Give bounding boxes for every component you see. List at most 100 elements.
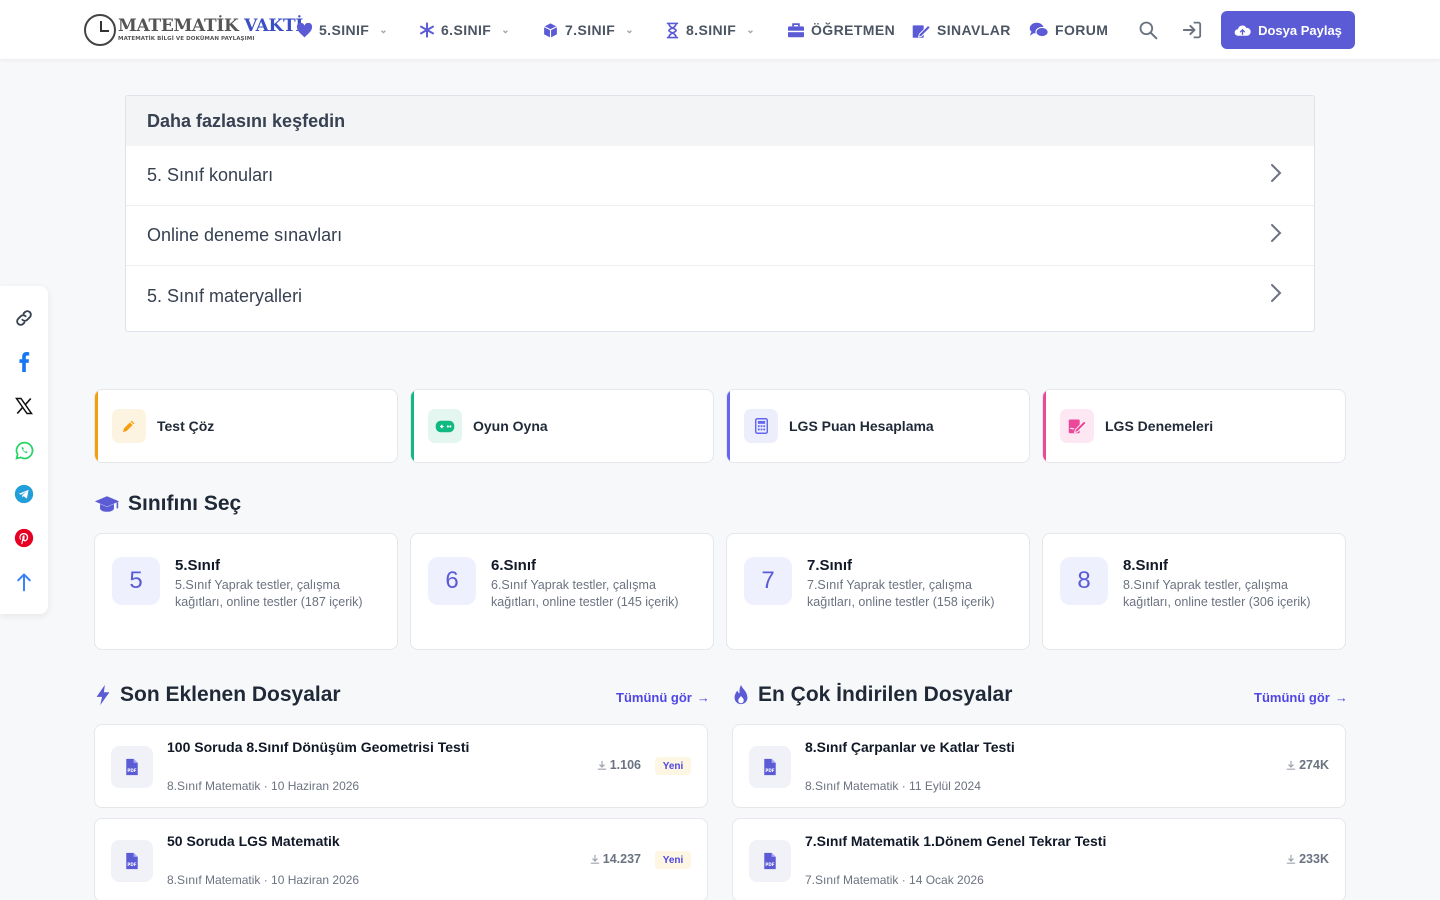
nav-item-forum[interactable]: FORUM	[1029, 19, 1108, 41]
quick-action-label: Test Çöz	[157, 418, 215, 434]
clock-logo-icon	[84, 14, 116, 46]
share-file-button[interactable]: Dosya Paylaş	[1221, 11, 1355, 49]
quick-action-lgs-puan-hesaplama[interactable]: LGS Puan Hesaplama	[726, 389, 1030, 463]
download-icon	[597, 760, 606, 770]
nav-item-8-sinif[interactable]: 8.SINIF ⌄	[665, 19, 755, 41]
graduation-cap-icon	[94, 496, 120, 512]
pdf-file-icon: PDF	[749, 746, 791, 788]
chevron-right-icon	[1271, 164, 1282, 182]
nav-item-7-sinif[interactable]: 7.SINIF ⌄	[542, 19, 634, 41]
svg-text:PDF: PDF	[127, 862, 136, 867]
site-logo[interactable]: MATEMATİK VAKTİ MATEMATİK BİLGİ VE DOKÜM…	[84, 12, 303, 48]
scroll-top-button[interactable]	[12, 570, 36, 594]
nav-item-6-sinif[interactable]: 6.SINIF ⌄	[419, 19, 510, 41]
x-share-button[interactable]	[12, 394, 36, 418]
file-title: 50 Soruda LGS Matematik	[167, 833, 340, 849]
bolt-icon	[96, 684, 110, 706]
whatsapp-icon	[14, 441, 33, 460]
chevron-right-icon	[1271, 284, 1282, 302]
file-meta: 8.Sınıf Matematik · 10 Haziran 2026	[167, 779, 360, 793]
arrow-up-icon	[17, 573, 31, 592]
calculator-icon	[754, 418, 768, 434]
quick-action-label: LGS Denemeleri	[1105, 418, 1214, 434]
logo-tagline: MATEMATİK BİLGİ VE DOKÜMAN PAYLAŞIMI	[118, 35, 255, 42]
quick-action-test-coz[interactable]: Test Çöz	[94, 389, 398, 463]
quick-action-lgs-denemeleri[interactable]: LGS Denemeleri	[1042, 389, 1346, 463]
download-count: 233K	[1286, 852, 1329, 866]
signature-icon	[1068, 419, 1087, 434]
file-meta: 7.Sınıf Matematik · 14 Ocak 2026	[805, 873, 984, 887]
svg-text:PDF: PDF	[765, 862, 774, 867]
chevron-down-icon: ⌄	[625, 24, 635, 36]
grade-card-6[interactable]: 6 6.Sınıf 6.Sınıf Yaprak testler, çalışm…	[410, 533, 714, 650]
chevron-down-icon: ⌄	[501, 24, 511, 36]
file-title: 100 Soruda 8.Sınıf Dönüşüm Geometrisi Te…	[167, 739, 470, 755]
download-count-value: 14.237	[602, 852, 641, 866]
recent-file-row[interactable]: PDF 100 Soruda 8.Sınıf Dönüşüm Geometris…	[94, 724, 708, 808]
download-count: 1.106	[597, 758, 641, 772]
recent-title-text: Son Eklenen Dosyalar	[120, 683, 341, 706]
nav-item-ogretmen[interactable]: ÖĞRETMEN	[787, 19, 895, 41]
quick-action-label: Oyun Oyna	[473, 418, 548, 434]
x-icon	[15, 397, 33, 415]
search-button[interactable]	[1137, 19, 1159, 41]
telegram-share-button[interactable]	[12, 482, 36, 506]
popular-see-all-link[interactable]: Tümünü gör →	[1254, 690, 1348, 705]
nav-label: FORUM	[1055, 22, 1109, 38]
recent-section-title: Son Eklenen Dosyalar	[94, 683, 341, 707]
login-button[interactable]	[1181, 19, 1203, 41]
download-count: 14.237	[590, 852, 641, 866]
chat-icon	[1029, 22, 1049, 37]
download-icon	[1286, 760, 1296, 770]
file-title: 8.Sınıf Çarpanlar ve Katlar Testi	[805, 739, 1015, 755]
grade-title: 7.Sınıf	[807, 557, 853, 574]
nav-label: ÖĞRETMEN	[811, 22, 896, 38]
edit-icon	[912, 24, 931, 38]
asterisk-icon	[420, 22, 434, 38]
grades-section-title: Sınıfını Seç	[94, 492, 241, 516]
discover-title: Daha fazlasını keşfedin	[126, 96, 1314, 146]
grade-title: 6.Sınıf	[491, 557, 537, 574]
grade-title: 8.Sınıf	[1123, 557, 1169, 574]
sign-in-icon	[1182, 21, 1202, 39]
discover-item-5-sinif-konulari[interactable]: 5. Sınıf konuları	[126, 146, 1314, 206]
nav-label: 5.SINIF	[319, 22, 370, 38]
grade-number: 8	[1060, 557, 1108, 605]
pinterest-share-button[interactable]	[12, 526, 36, 550]
facebook-share-button[interactable]	[12, 350, 36, 374]
popular-file-row[interactable]: PDF 8.Sınıf Çarpanlar ve Katlar Testi 8.…	[732, 724, 1346, 808]
cloud-upload-icon	[1234, 25, 1251, 36]
download-count-value: 233K	[1299, 852, 1329, 866]
nav-item-sinavlar[interactable]: SINAVLAR	[912, 19, 1011, 41]
download-count-value: 274K	[1299, 758, 1329, 772]
discover-item-online-deneme[interactable]: Online deneme sınavları	[126, 206, 1314, 266]
grade-card-7[interactable]: 7 7.Sınıf 7.Sınıf Yaprak testler, çalışm…	[726, 533, 1030, 650]
popular-file-row[interactable]: PDF 7.Sınıf Matematik 1.Dönem Genel Tekr…	[732, 818, 1346, 900]
copy-link-button[interactable]	[12, 306, 36, 330]
recent-file-row[interactable]: PDF 50 Soruda LGS Matematik 8.Sınıf Mate…	[94, 818, 708, 900]
nav-label: 8.SINIF	[686, 22, 737, 38]
grade-card-5[interactable]: 5 5.Sınıf 5.Sınıf Yaprak testler, çalışm…	[94, 533, 398, 650]
discover-item-label: Online deneme sınavları	[147, 225, 343, 245]
recent-see-all-link[interactable]: Tümünü gör →	[616, 690, 710, 705]
quick-action-oyun-oyna[interactable]: Oyun Oyna	[410, 389, 714, 463]
grade-number: 7	[744, 557, 792, 605]
grade-card-8[interactable]: 8 8.Sınıf 8.Sınıf Yaprak testler, çalışm…	[1042, 533, 1346, 650]
see-all-label: Tümünü gör	[616, 690, 692, 705]
discover-item-5-sinif-materyalleri[interactable]: 5. Sınıf materyalleri	[126, 266, 1314, 326]
arrow-right-icon: →	[1334, 690, 1348, 705]
nav-label: 7.SINIF	[565, 22, 616, 38]
grade-title: 5.Sınıf	[175, 557, 221, 574]
facebook-icon	[19, 352, 30, 372]
whatsapp-share-button[interactable]	[12, 438, 36, 462]
briefcase-icon	[788, 23, 804, 38]
grade-number: 5	[112, 557, 160, 605]
nav-label: SINAVLAR	[937, 22, 1011, 38]
nav-label: 6.SINIF	[441, 22, 492, 38]
popular-section-title: En Çok İndirilen Dosyalar	[732, 683, 1012, 707]
chevron-down-icon: ⌄	[379, 24, 389, 36]
grade-description: 7.Sınıf Yaprak testler, çalışma kağıtlar…	[807, 578, 995, 609]
gamepad-icon	[435, 420, 455, 432]
file-meta: 8.Sınıf Matematik · 10 Haziran 2026	[167, 873, 360, 887]
nav-item-5-sinif[interactable]: 5.SINIF ⌄	[296, 19, 388, 41]
